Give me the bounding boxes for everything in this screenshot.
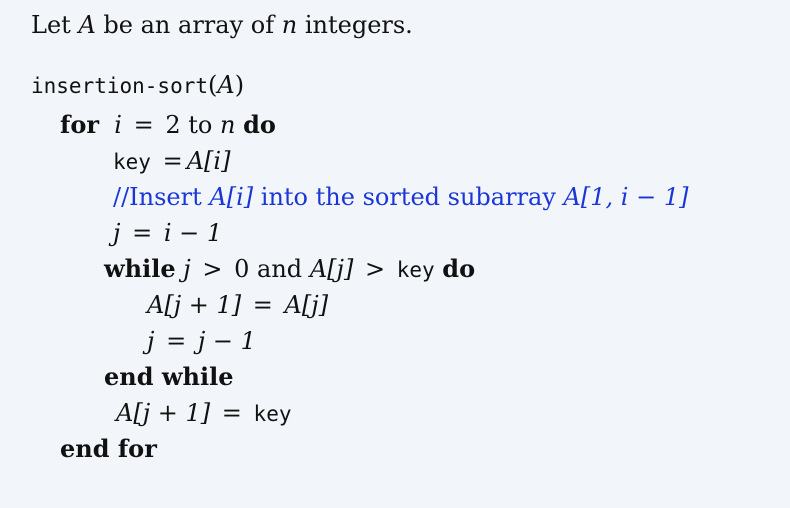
key-index: [i] [204, 147, 231, 175]
for-to: to [188, 111, 213, 139]
intro-var-a: A [78, 11, 96, 39]
for-equals: = [133, 111, 154, 139]
intro-sentence: Let A be an array of n integers. [31, 10, 413, 40]
shift-rhs-index: [j] [301, 291, 329, 319]
assign-key: key [253, 402, 292, 426]
comment-range: [1, i − 1] [580, 183, 689, 211]
comment-text: Insert [129, 183, 202, 211]
algorithm-document: Let A be an array of n integers. inserti… [0, 0, 790, 508]
final-assignment-line: A[j + 1] = key [116, 398, 291, 429]
while-array: A [309, 255, 328, 283]
comment-array: A [209, 183, 227, 211]
for-line: for i = 2 to n do [60, 110, 276, 140]
function-paren-close: ) [234, 71, 245, 99]
comment-array-2: A [563, 183, 581, 211]
decrement-rhs: j − 1 [197, 327, 256, 355]
j-init-line: j = i − 1 [113, 218, 222, 248]
j-rhs: i − 1 [163, 219, 223, 247]
while-do-keyword: do [442, 254, 476, 283]
for-start: 2 [165, 111, 181, 139]
while-and: and [257, 255, 303, 283]
comment-slashes: // [113, 183, 130, 211]
intro-mid: be an array of [103, 11, 275, 39]
decrement-j: j [147, 327, 155, 355]
shift-equals: = [252, 291, 273, 319]
for-keyword: for [60, 110, 99, 139]
assign-array: A [116, 399, 134, 427]
end-for-line: end for [60, 434, 157, 463]
decrement-line: j = j − 1 [147, 326, 256, 356]
shift-lhs-index: [j + 1] [164, 291, 242, 319]
shift-line: A[j + 1] = A[j] [147, 290, 328, 320]
comment-line: //Insert A[i] into the sorted subarray A… [113, 182, 688, 212]
while-gt: > [202, 255, 223, 283]
intro-post: integers. [304, 11, 413, 39]
function-paren-open: ( [208, 71, 218, 99]
j-equals: = [132, 219, 153, 247]
while-gt-2: > [364, 255, 386, 283]
assign-equals: = [221, 399, 242, 427]
key-equals: = [162, 147, 183, 175]
key-array: A [186, 147, 205, 175]
intro-pre: Let [31, 11, 71, 39]
decrement-equals: = [166, 327, 187, 355]
comment-middle: into the sorted subarray [260, 183, 556, 211]
function-header: insertion-sort(A) [31, 70, 244, 101]
for-do-keyword: do [243, 110, 276, 139]
comment-index: [i] [226, 183, 254, 211]
for-variable: i [114, 111, 122, 139]
shift-lhs-array: A [147, 291, 165, 319]
key-assignment-line: key = A[i] [113, 146, 230, 177]
end-while-line: end while [104, 362, 234, 391]
function-arg: A [217, 71, 235, 99]
intro-var-n: n [281, 11, 298, 39]
for-end: n [219, 111, 236, 139]
while-zero: 0 [234, 255, 250, 283]
while-index: [j] [327, 255, 354, 283]
assign-index: [j + 1] [133, 399, 211, 427]
shift-rhs-array: A [284, 291, 302, 319]
while-key: key [396, 258, 435, 282]
while-line: while j > 0 and A[j] > key do [104, 254, 475, 285]
function-name: insertion-sort [31, 74, 209, 98]
j-variable: j [113, 219, 121, 247]
key-name: key [113, 150, 151, 174]
while-j: j [183, 255, 191, 283]
while-keyword: while [104, 254, 176, 283]
